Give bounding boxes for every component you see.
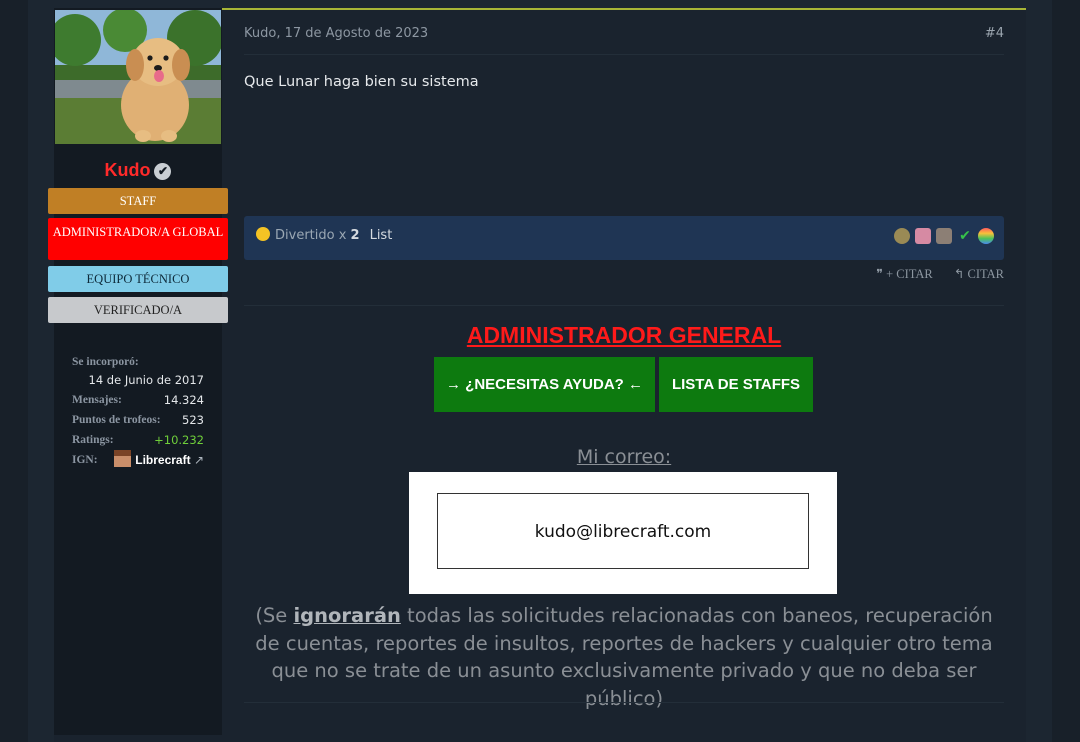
stat-joined-row: 14 de Junio de 2017: [72, 370, 204, 390]
stat-ign-label: IGN:: [72, 454, 98, 466]
reaction-count: 2: [350, 228, 360, 243]
minecraft-head-icon: [114, 450, 132, 467]
banner-tech-team: EQUIPO TÉCNICO: [48, 266, 228, 292]
stat-joined-label: Se incorporó:: [72, 356, 139, 368]
user-stats: Se incorporó: 14 de Junio de 2017 Mensaj…: [72, 352, 204, 470]
banner-staff: STAFF: [48, 188, 228, 214]
ign-link[interactable]: Librecraft ↗: [114, 450, 204, 470]
reply-arrow-icon: ↰: [953, 267, 965, 281]
laugh-emoji-icon: [256, 227, 270, 241]
signature-title: ADMINISTRADOR GENERAL: [466, 322, 782, 348]
banner-global-admin: ADMINISTRADOR/A GLOBAL: [48, 218, 228, 260]
stat-joined-label-row: Se incorporó:: [72, 352, 204, 370]
check-reaction-icon[interactable]: ✔: [957, 228, 973, 244]
reactions-bar: Divertido x 2 List ✔: [244, 216, 1004, 260]
stat-messages-row: Mensajes: 14.324: [72, 390, 204, 410]
stat-trophies-row: Puntos de trofeos: 523: [72, 410, 204, 430]
banner-verified: VERIFICADO/A: [48, 297, 228, 323]
bottom-divider: [244, 702, 1004, 703]
notice-emphasis: ignorarán: [293, 604, 401, 627]
multiquote-label: + CITAR: [886, 267, 933, 281]
notice-start: (Se: [255, 604, 294, 627]
stat-trophies-label: Puntos de trofeos:: [72, 414, 161, 426]
stat-ratings-value: +10.232: [154, 433, 204, 447]
mail-label: Mi correo:: [576, 446, 672, 468]
post-body: Que Lunar haga bien su sistema: [244, 74, 479, 90]
thumbs-up-reaction-icon[interactable]: [936, 228, 952, 244]
post-number[interactable]: #4: [985, 26, 1004, 41]
signature-notice: (Se ignorarán todas las solicitudes rela…: [244, 602, 1004, 712]
stat-trophies-value[interactable]: 523: [182, 410, 204, 430]
multiquote-button[interactable]: ❞ + CITAR: [876, 267, 933, 281]
verified-check-icon: ✔: [154, 163, 172, 180]
reaction-prefix: Divertido x: [275, 228, 351, 243]
email-card: kudo@librecraft.com: [409, 472, 837, 594]
help-button[interactable]: → ¿NECESITAS AYUDA? ←: [434, 357, 655, 412]
stat-messages-label: Mensajes:: [72, 394, 122, 406]
post-actions: ❞ + CITAR ↰ CITAR: [858, 266, 1004, 282]
stat-ign-row: IGN: Librecraft ↗: [72, 450, 204, 470]
stat-joined-value: 14 de Junio de 2017: [88, 373, 204, 387]
external-link-icon: ↗: [193, 453, 204, 467]
staff-list-button[interactable]: LISTA DE STAFFS: [659, 357, 813, 412]
quote-marks-icon: ❞: [876, 267, 883, 281]
quote-button[interactable]: ↰ CITAR: [954, 267, 1004, 281]
stat-ratings-row: Ratings: +10.232: [72, 430, 204, 450]
stat-ratings-label: Ratings:: [72, 434, 114, 446]
divider: [244, 54, 1004, 55]
username[interactable]: Kudo ✔: [54, 160, 222, 181]
email-address: kudo@librecraft.com: [437, 493, 809, 569]
ign-value[interactable]: Librecraft: [135, 453, 190, 467]
signature-divider: [244, 305, 1004, 306]
reactions-list-link[interactable]: List: [370, 228, 393, 243]
heart-reaction-icon[interactable]: [915, 228, 931, 244]
avatar[interactable]: [55, 10, 221, 144]
quote-label: CITAR: [967, 267, 1005, 281]
post-accent-line: [222, 8, 1026, 10]
reaction-picker: ✔: [889, 228, 994, 244]
stat-messages-value[interactable]: 14.324: [164, 390, 204, 410]
rainbow-reaction-icon[interactable]: [978, 228, 994, 244]
reactions-summary[interactable]: Divertido x 2 List: [256, 216, 392, 256]
post-author-date[interactable]: Kudo, 17 de Agosto de 2023: [244, 26, 428, 41]
laugh-reaction-icon[interactable]: [894, 228, 910, 244]
username-text[interactable]: Kudo: [105, 160, 151, 180]
